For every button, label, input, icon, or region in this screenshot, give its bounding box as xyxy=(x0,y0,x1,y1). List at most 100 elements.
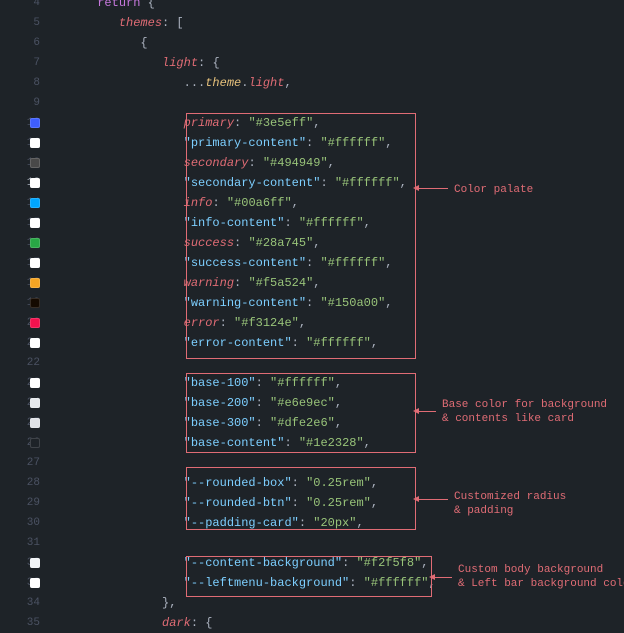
code-token: "error-content" xyxy=(184,336,292,350)
code-token: "#28a745" xyxy=(248,236,313,250)
code-line[interactable] xyxy=(54,353,624,373)
code-line[interactable]: "error-content": "#ffffff", xyxy=(54,333,624,353)
color-swatch xyxy=(30,378,40,388)
code-token: "20px" xyxy=(313,516,356,530)
annotation-arrow-icon xyxy=(418,499,448,500)
code-token xyxy=(54,176,184,190)
code-line[interactable]: "secondary-content": "#ffffff", xyxy=(54,173,624,193)
code-token: : xyxy=(292,336,306,350)
code-area[interactable]: return { themes: [ { light: { ...theme.l… xyxy=(48,0,624,633)
code-line[interactable]: info: "#00a6ff", xyxy=(54,193,624,213)
code-line[interactable]: dark: { xyxy=(54,613,624,633)
code-token: theme xyxy=(205,76,241,90)
code-line[interactable]: "primary-content": "#ffffff", xyxy=(54,133,624,153)
code-token: : xyxy=(256,416,270,430)
code-line[interactable] xyxy=(54,93,624,113)
code-token: , xyxy=(356,516,363,530)
code-token: "0.25rem" xyxy=(306,496,371,510)
code-token: , xyxy=(364,436,371,450)
code-token: , xyxy=(299,316,306,330)
code-token: , xyxy=(371,496,378,510)
code-line[interactable]: "success-content": "#ffffff", xyxy=(54,253,624,273)
code-line[interactable]: return { xyxy=(54,0,624,13)
code-token: , xyxy=(364,216,371,230)
code-token: error xyxy=(184,316,220,330)
line-number-gutter: 4567891011121314151617181920212223242526… xyxy=(0,0,48,633)
code-token xyxy=(54,216,184,230)
code-token: : xyxy=(256,376,270,390)
code-token: "success-content" xyxy=(184,256,306,270)
line-number: 30 xyxy=(0,513,40,533)
code-token: "#f5a524" xyxy=(248,276,313,290)
code-line[interactable]: { xyxy=(54,33,624,53)
code-token: : xyxy=(349,576,363,590)
code-token: : xyxy=(220,316,234,330)
code-line[interactable]: }, xyxy=(54,593,624,613)
code-line[interactable]: "info-content": "#ffffff", xyxy=(54,213,624,233)
color-swatch xyxy=(30,418,40,428)
annotation-text: Color palate xyxy=(454,183,533,197)
color-swatch xyxy=(30,438,40,448)
code-token: , xyxy=(328,156,335,170)
code-token: dark xyxy=(162,616,191,630)
code-token xyxy=(54,156,184,170)
line-number: 8 xyxy=(0,73,40,93)
code-line[interactable] xyxy=(54,533,624,553)
code-line[interactable]: "warning-content": "#150a00", xyxy=(54,293,624,313)
code-line[interactable]: secondary: "#494949", xyxy=(54,153,624,173)
code-token: warning xyxy=(184,276,234,290)
code-token xyxy=(54,16,119,30)
code-token: themes xyxy=(119,16,162,30)
code-token: "secondary-content" xyxy=(184,176,321,190)
code-token xyxy=(54,236,184,250)
code-line[interactable]: warning: "#f5a524", xyxy=(54,273,624,293)
color-swatch xyxy=(30,238,40,248)
code-line[interactable]: light: { xyxy=(54,53,624,73)
code-line[interactable]: success: "#28a745", xyxy=(54,233,624,253)
code-token: : xyxy=(256,396,270,410)
color-swatch xyxy=(30,178,40,188)
code-token: "#1e2328" xyxy=(299,436,364,450)
code-line[interactable]: error: "#f3124e", xyxy=(54,313,624,333)
code-token: : xyxy=(284,436,298,450)
code-token: : xyxy=(284,216,298,230)
line-number: 6 xyxy=(0,33,40,53)
code-token: "#ffffff" xyxy=(364,576,429,590)
code-token xyxy=(54,36,140,50)
line-number: 4 xyxy=(0,0,40,13)
code-token: light xyxy=(162,56,198,70)
color-swatch xyxy=(30,158,40,168)
line-number: 27 xyxy=(0,453,40,473)
color-swatch xyxy=(30,578,40,588)
code-line[interactable]: primary: "#3e5eff", xyxy=(54,113,624,133)
color-swatch xyxy=(30,138,40,148)
code-token: "#3e5eff" xyxy=(248,116,313,130)
code-token xyxy=(54,376,184,390)
code-token: "#ffffff" xyxy=(335,176,400,190)
code-token: "--content-background" xyxy=(184,556,342,570)
code-token xyxy=(54,0,97,10)
code-token xyxy=(54,196,184,210)
code-token xyxy=(54,56,162,70)
code-line[interactable]: themes: [ xyxy=(54,13,624,33)
code-token: : xyxy=(292,476,306,490)
line-number: 29 xyxy=(0,493,40,513)
code-token: "#150a00" xyxy=(320,296,385,310)
color-swatch xyxy=(30,298,40,308)
code-line[interactable]: "base-content": "#1e2328", xyxy=(54,433,624,453)
code-token: , xyxy=(385,256,392,270)
annotation-arrow-icon xyxy=(418,188,448,189)
code-editor[interactable]: 4567891011121314151617181920212223242526… xyxy=(0,0,624,633)
code-token: "base-100" xyxy=(184,376,256,390)
code-token: , xyxy=(371,476,378,490)
code-token: "primary-content" xyxy=(184,136,306,150)
code-token: "--padding-card" xyxy=(184,516,299,530)
code-token: "#e6e9ec" xyxy=(270,396,335,410)
annotation-text: Customized radius & padding xyxy=(454,490,566,518)
code-token: : xyxy=(342,556,356,570)
code-line[interactable]: "base-100": "#ffffff", xyxy=(54,373,624,393)
code-token: "#ffffff" xyxy=(270,376,335,390)
code-line[interactable] xyxy=(54,453,624,473)
code-line[interactable]: ...theme.light, xyxy=(54,73,624,93)
code-token xyxy=(54,476,184,490)
